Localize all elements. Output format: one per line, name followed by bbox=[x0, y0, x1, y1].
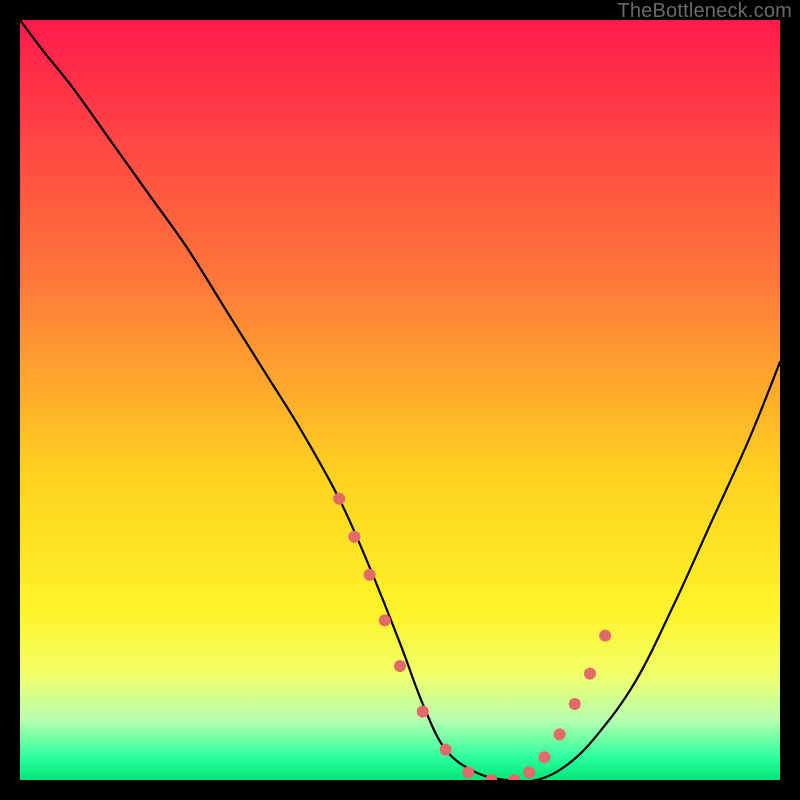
sample-point bbox=[333, 493, 345, 505]
sample-point bbox=[554, 728, 566, 740]
sample-point bbox=[462, 766, 474, 778]
sample-point bbox=[394, 660, 406, 672]
chart-svg bbox=[20, 20, 780, 780]
sample-point bbox=[584, 668, 596, 680]
sample-point bbox=[364, 569, 376, 581]
sample-point bbox=[417, 706, 429, 718]
sample-point bbox=[569, 698, 581, 710]
chart-frame: TheBottleneck.com bbox=[0, 0, 800, 800]
sample-point bbox=[538, 751, 550, 763]
sample-point bbox=[379, 614, 391, 626]
plot-area bbox=[20, 20, 780, 780]
sample-point bbox=[599, 630, 611, 642]
sample-point bbox=[440, 744, 452, 756]
sample-point bbox=[348, 531, 360, 543]
sample-point bbox=[523, 766, 535, 778]
